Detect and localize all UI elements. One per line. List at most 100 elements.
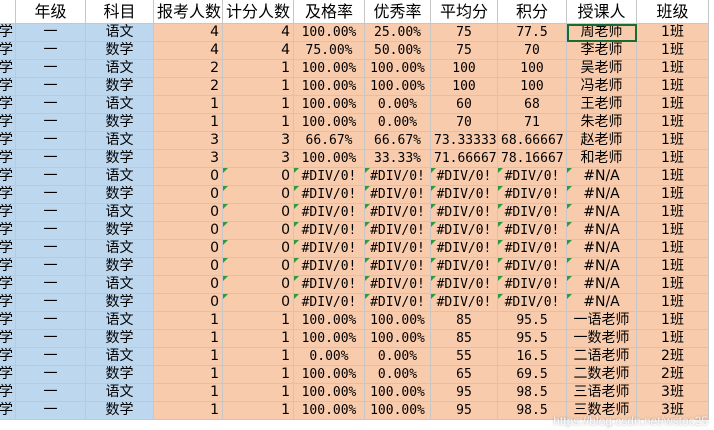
table-cell[interactable]: 数学 (86, 150, 154, 168)
table-cell[interactable]: 一 (16, 276, 86, 294)
table-cell[interactable]: 数学 (86, 330, 154, 348)
table-cell[interactable]: 3 (223, 150, 294, 168)
table-cell[interactable]: 语文 (86, 168, 154, 186)
table-cell[interactable]: 3 (154, 132, 223, 150)
table-cell[interactable]: 语文 (86, 348, 154, 366)
table-cell[interactable]: 95 (431, 402, 498, 420)
table-cell[interactable]: 1班 (637, 132, 709, 150)
table-cell-fragment[interactable]: 学 (0, 276, 16, 294)
table-cell[interactable]: 100.00% (365, 402, 431, 420)
header-cell[interactable]: 及格率 (294, 0, 365, 24)
header-cell[interactable]: 班级 (637, 0, 709, 24)
table-cell[interactable]: 1 (154, 312, 223, 330)
table-cell[interactable]: 1 (223, 366, 294, 384)
table-cell-fragment[interactable]: 学 (0, 222, 16, 240)
table-cell[interactable]: 语文 (86, 24, 154, 42)
table-cell[interactable]: #DIV/0! (431, 258, 498, 276)
table-cell[interactable]: 2班 (637, 366, 709, 384)
table-cell[interactable]: 100.00% (365, 384, 431, 402)
table-cell[interactable]: 一 (16, 258, 86, 276)
table-cell[interactable]: 三语老师 (567, 384, 637, 402)
table-cell-fragment[interactable]: 学 (0, 402, 16, 420)
table-cell[interactable]: 一 (16, 204, 86, 222)
table-cell-fragment[interactable]: 学 (0, 24, 16, 42)
table-cell[interactable]: 一 (16, 114, 86, 132)
table-cell[interactable]: 数学 (86, 78, 154, 96)
table-cell[interactable]: 100 (431, 60, 498, 78)
table-cell-fragment[interactable]: 学 (0, 294, 16, 312)
table-cell[interactable]: 100 (498, 78, 567, 96)
table-cell[interactable]: 语文 (86, 312, 154, 330)
header-cell[interactable]: 年级 (16, 0, 86, 24)
table-cell[interactable]: 66.67% (294, 132, 365, 150)
table-cell[interactable]: 朱老师 (567, 114, 637, 132)
header-cell[interactable]: 平均分 (431, 0, 498, 24)
table-cell[interactable]: 66.67% (365, 132, 431, 150)
table-cell[interactable]: 100.00% (294, 312, 365, 330)
table-cell[interactable]: #DIV/0! (365, 222, 431, 240)
table-cell-fragment[interactable]: 学 (0, 330, 16, 348)
table-cell[interactable]: #DIV/0! (365, 276, 431, 294)
table-cell[interactable]: 100.00% (294, 78, 365, 96)
table-cell[interactable]: 0 (223, 186, 294, 204)
table-cell[interactable]: 85 (431, 312, 498, 330)
table-cell-fragment[interactable]: 学 (0, 348, 16, 366)
table-cell[interactable]: 2班 (637, 348, 709, 366)
table-cell[interactable]: 75.00% (294, 42, 365, 60)
table-cell[interactable]: #DIV/0! (498, 168, 567, 186)
table-cell[interactable]: 33.33% (365, 150, 431, 168)
header-cell[interactable]: 优秀率 (365, 0, 431, 24)
table-cell[interactable]: 1 (154, 348, 223, 366)
table-cell[interactable]: 100 (431, 78, 498, 96)
table-cell[interactable]: #DIV/0! (498, 276, 567, 294)
table-cell[interactable]: #N/A (567, 294, 637, 312)
table-cell[interactable]: 1班 (637, 186, 709, 204)
table-cell[interactable]: 0.00% (365, 348, 431, 366)
spreadsheet-grid[interactable]: 年级 科目 报考人数 计分人数 及格率 优秀率 平均分 积分 授课人 班级学一语文 4 4 100.00… (0, 0, 714, 430)
table-cell[interactable]: 100.00% (365, 312, 431, 330)
table-cell[interactable]: #DIV/0! (431, 168, 498, 186)
table-cell[interactable]: 语文 (86, 384, 154, 402)
table-cell[interactable]: 100.00% (294, 24, 365, 42)
table-cell[interactable]: 一 (16, 60, 86, 78)
table-cell[interactable]: #DIV/0! (365, 186, 431, 204)
table-cell[interactable]: 1班 (637, 150, 709, 168)
table-cell[interactable]: 一 (16, 240, 86, 258)
table-cell[interactable]: 1班 (637, 168, 709, 186)
table-cell[interactable]: 71.66667 (431, 150, 498, 168)
table-cell[interactable]: 85 (431, 330, 498, 348)
table-cell[interactable]: 语文 (86, 60, 154, 78)
table-cell[interactable]: 100.00% (365, 78, 431, 96)
table-cell[interactable]: #N/A (567, 240, 637, 258)
table-cell[interactable]: #N/A (567, 222, 637, 240)
table-cell-fragment[interactable]: 学 (0, 132, 16, 150)
table-cell[interactable]: 100 (498, 60, 567, 78)
table-cell[interactable]: 一 (16, 348, 86, 366)
table-cell[interactable]: 100.00% (294, 114, 365, 132)
table-cell[interactable]: #DIV/0! (294, 258, 365, 276)
table-cell[interactable]: 0 (154, 222, 223, 240)
table-cell-fragment[interactable]: 学 (0, 186, 16, 204)
table-cell[interactable]: 1 (223, 114, 294, 132)
table-cell[interactable]: 68 (498, 96, 567, 114)
table-cell[interactable]: #DIV/0! (498, 186, 567, 204)
table-cell[interactable]: 75 (431, 42, 498, 60)
table-cell[interactable]: #DIV/0! (294, 294, 365, 312)
table-cell[interactable]: 一 (16, 384, 86, 402)
table-cell[interactable]: 周老师 (567, 24, 637, 42)
table-cell[interactable]: 一 (16, 132, 86, 150)
table-cell[interactable]: 0 (223, 222, 294, 240)
table-cell[interactable]: 4 (223, 42, 294, 60)
table-cell[interactable]: #DIV/0! (498, 294, 567, 312)
table-cell[interactable]: 赵老师 (567, 132, 637, 150)
table-cell[interactable]: 1 (154, 384, 223, 402)
table-cell[interactable]: 二数老师 (567, 366, 637, 384)
table-cell[interactable]: 一 (16, 312, 86, 330)
table-cell[interactable]: 100.00% (365, 60, 431, 78)
table-cell[interactable]: 100.00% (294, 96, 365, 114)
table-cell[interactable]: 2 (154, 78, 223, 96)
table-cell[interactable]: 0 (154, 204, 223, 222)
table-cell[interactable]: 1 (154, 330, 223, 348)
table-cell[interactable]: 3 (154, 150, 223, 168)
table-cell[interactable]: 68.66667 (498, 132, 567, 150)
